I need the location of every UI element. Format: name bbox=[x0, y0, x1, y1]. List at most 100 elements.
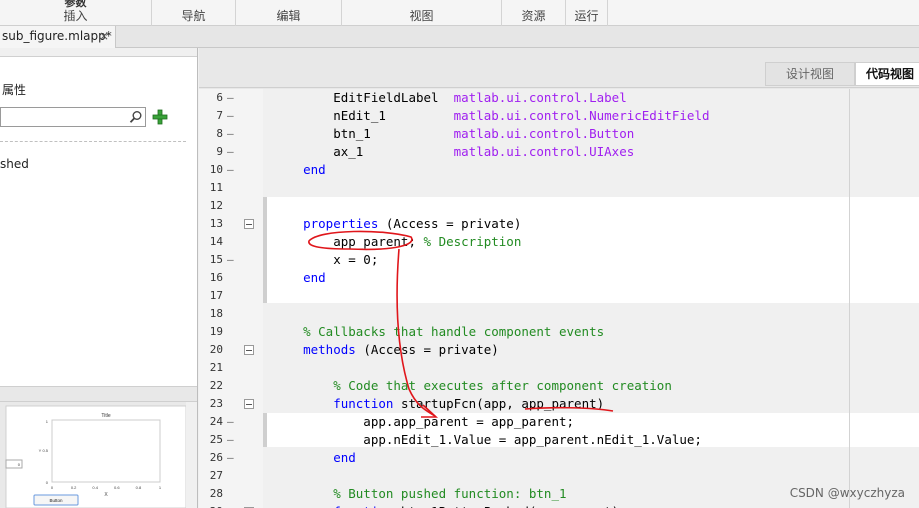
code-line[interactable]: 22 % Code that executes after component … bbox=[199, 377, 919, 395]
code-token: (Access = private) bbox=[378, 216, 522, 231]
design-view-button[interactable]: 设计视图 bbox=[765, 62, 855, 86]
breakpoint-marker[interactable]: – bbox=[227, 125, 234, 143]
close-icon[interactable]: × bbox=[99, 26, 109, 46]
code-line[interactable]: 7– nEdit_1 matlab.ui.control.NumericEdit… bbox=[199, 107, 919, 125]
preview-button-label: Button bbox=[49, 498, 63, 503]
breakpoint-marker[interactable]: – bbox=[227, 431, 234, 449]
code-text: properties (Access = private) bbox=[273, 215, 521, 233]
callback-list-item[interactable]: shed bbox=[0, 157, 29, 171]
line-number[interactable]: 21 bbox=[199, 359, 223, 377]
line-number[interactable]: 25 bbox=[199, 431, 223, 449]
search-icon[interactable] bbox=[129, 110, 143, 124]
line-number[interactable]: 12 bbox=[199, 197, 223, 215]
code-token: matlab.ui.control.Button bbox=[453, 126, 635, 141]
code-line[interactable]: 27 bbox=[199, 467, 919, 485]
code-token: % Button pushed function: btn_1 bbox=[273, 486, 567, 501]
line-number[interactable]: 28 bbox=[199, 485, 223, 503]
breakpoint-marker[interactable]: – bbox=[227, 107, 234, 125]
code-text: EditFieldLabel matlab.ui.control.Label bbox=[273, 89, 627, 107]
line-number[interactable]: 22 bbox=[199, 377, 223, 395]
line-number[interactable]: 20 bbox=[199, 341, 223, 359]
code-text: end bbox=[273, 269, 326, 287]
line-number[interactable]: 27 bbox=[199, 467, 223, 485]
code-token: end bbox=[273, 450, 356, 465]
code-line[interactable]: 24– app.app_parent = app_parent; bbox=[199, 413, 919, 431]
code-line[interactable]: 15– x = 0; bbox=[199, 251, 919, 269]
breakpoint-marker[interactable]: – bbox=[227, 89, 234, 107]
code-line[interactable]: 23 function startupFcn(app, app_parent) bbox=[199, 395, 919, 413]
component-preview: Title 1 0.5 0 Y 0 0.2 0.4 0.6 0.8 1 X 0 … bbox=[0, 402, 186, 508]
breakpoint-marker[interactable]: – bbox=[227, 161, 234, 179]
code-line[interactable]: 20 methods (Access = private) bbox=[199, 341, 919, 359]
line-number[interactable]: 16 bbox=[199, 269, 223, 287]
ribbon-group-edit[interactable]: 编辑 bbox=[236, 0, 342, 26]
code-token: end bbox=[273, 162, 326, 177]
code-line[interactable]: 8– btn_1 matlab.ui.control.Button bbox=[199, 125, 919, 143]
code-token: EditFieldLabel bbox=[273, 90, 454, 105]
fold-toggle-icon[interactable] bbox=[244, 345, 254, 355]
fold-toggle-icon[interactable] bbox=[244, 219, 254, 229]
preview-title: Title bbox=[101, 413, 110, 419]
preview-xtick-0.2: 0.2 bbox=[71, 485, 77, 490]
line-number[interactable]: 19 bbox=[199, 323, 223, 341]
add-icon[interactable] bbox=[152, 109, 168, 125]
line-number[interactable]: 24 bbox=[199, 413, 223, 431]
code-text: % Code that executes after component cre… bbox=[273, 377, 672, 395]
watermark: CSDN @wxyczhyza bbox=[789, 486, 905, 500]
code-token: methods bbox=[273, 342, 356, 357]
line-number[interactable]: 26 bbox=[199, 449, 223, 467]
panel-splitter[interactable] bbox=[0, 386, 197, 402]
code-text: app.app_parent = app_parent; bbox=[273, 413, 574, 431]
code-line[interactable]: 13 properties (Access = private) bbox=[199, 215, 919, 233]
ribbon-group-view[interactable]: 视图 bbox=[342, 0, 502, 26]
preview-figure: Title 1 0.5 0 Y 0 0.2 0.4 0.6 0.8 1 X 0 … bbox=[5, 405, 186, 508]
line-number[interactable]: 7 bbox=[199, 107, 223, 125]
document-tab[interactable]: sub_figure.mlapp* × bbox=[0, 26, 116, 48]
code-line[interactable]: 18 bbox=[199, 305, 919, 323]
panel-header-properties[interactable]: 属性 bbox=[0, 81, 197, 99]
line-number[interactable]: 15 bbox=[199, 251, 223, 269]
code-line[interactable]: 6– EditFieldLabel matlab.ui.control.Labe… bbox=[199, 89, 919, 107]
preview-xtick-0.6: 0.6 bbox=[114, 485, 120, 490]
line-number[interactable]: 9 bbox=[199, 143, 223, 161]
code-line[interactable]: 21 bbox=[199, 359, 919, 377]
divider bbox=[0, 141, 186, 142]
code-editor[interactable]: 6– EditFieldLabel matlab.ui.control.Labe… bbox=[199, 89, 919, 508]
code-line[interactable]: 29 function btn_1ButtonPushed(app, event… bbox=[199, 503, 919, 508]
ribbon-label-edit: 编辑 bbox=[276, 9, 301, 23]
code-line[interactable]: 25– app.nEdit_1.Value = app_parent.nEdit… bbox=[199, 431, 919, 449]
code-line[interactable]: 14 app_parent; % Description bbox=[199, 233, 919, 251]
code-line[interactable]: 9– ax_1 matlab.ui.control.UIAxes bbox=[199, 143, 919, 161]
ribbon-group-resources[interactable]: 资源 bbox=[502, 0, 566, 26]
breakpoint-marker[interactable]: – bbox=[227, 413, 234, 431]
breakpoint-marker[interactable]: – bbox=[227, 143, 234, 161]
line-number[interactable]: 23 bbox=[199, 395, 223, 413]
code-line[interactable]: 16 end bbox=[199, 269, 919, 287]
ribbon-group-navigate[interactable]: 导航 bbox=[152, 0, 236, 26]
breakpoint-marker[interactable]: – bbox=[227, 449, 234, 467]
line-number[interactable]: 10 bbox=[199, 161, 223, 179]
search-input[interactable] bbox=[0, 107, 146, 127]
code-line[interactable]: 17 bbox=[199, 287, 919, 305]
line-number[interactable]: 29 bbox=[199, 503, 223, 508]
line-number[interactable]: 6 bbox=[199, 89, 223, 107]
code-token: matlab.ui.control.Label bbox=[453, 90, 627, 105]
line-number[interactable]: 17 bbox=[199, 287, 223, 305]
editor-region: 设计视图 代码视图 6– EditFieldLabel matlab.ui.co… bbox=[199, 48, 919, 508]
code-line[interactable]: 26– end bbox=[199, 449, 919, 467]
line-number[interactable]: 14 bbox=[199, 233, 223, 251]
code-line[interactable]: 19 % Callbacks that handle component eve… bbox=[199, 323, 919, 341]
line-number[interactable]: 13 bbox=[199, 215, 223, 233]
ribbon-group-insert[interactable]: 参数 插入 bbox=[0, 0, 152, 26]
code-view-button[interactable]: 代码视图 bbox=[855, 62, 919, 86]
line-number[interactable]: 11 bbox=[199, 179, 223, 197]
code-line[interactable]: 10– end bbox=[199, 161, 919, 179]
code-line[interactable]: 12 bbox=[199, 197, 919, 215]
fold-toggle-icon[interactable] bbox=[244, 399, 254, 409]
line-number[interactable]: 18 bbox=[199, 305, 223, 323]
code-line[interactable]: 11 bbox=[199, 179, 919, 197]
line-number[interactable]: 8 bbox=[199, 125, 223, 143]
ribbon-group-run[interactable]: 运行 bbox=[566, 0, 608, 26]
code-text: app_parent; % Description bbox=[273, 233, 521, 251]
breakpoint-marker[interactable]: – bbox=[227, 251, 234, 269]
